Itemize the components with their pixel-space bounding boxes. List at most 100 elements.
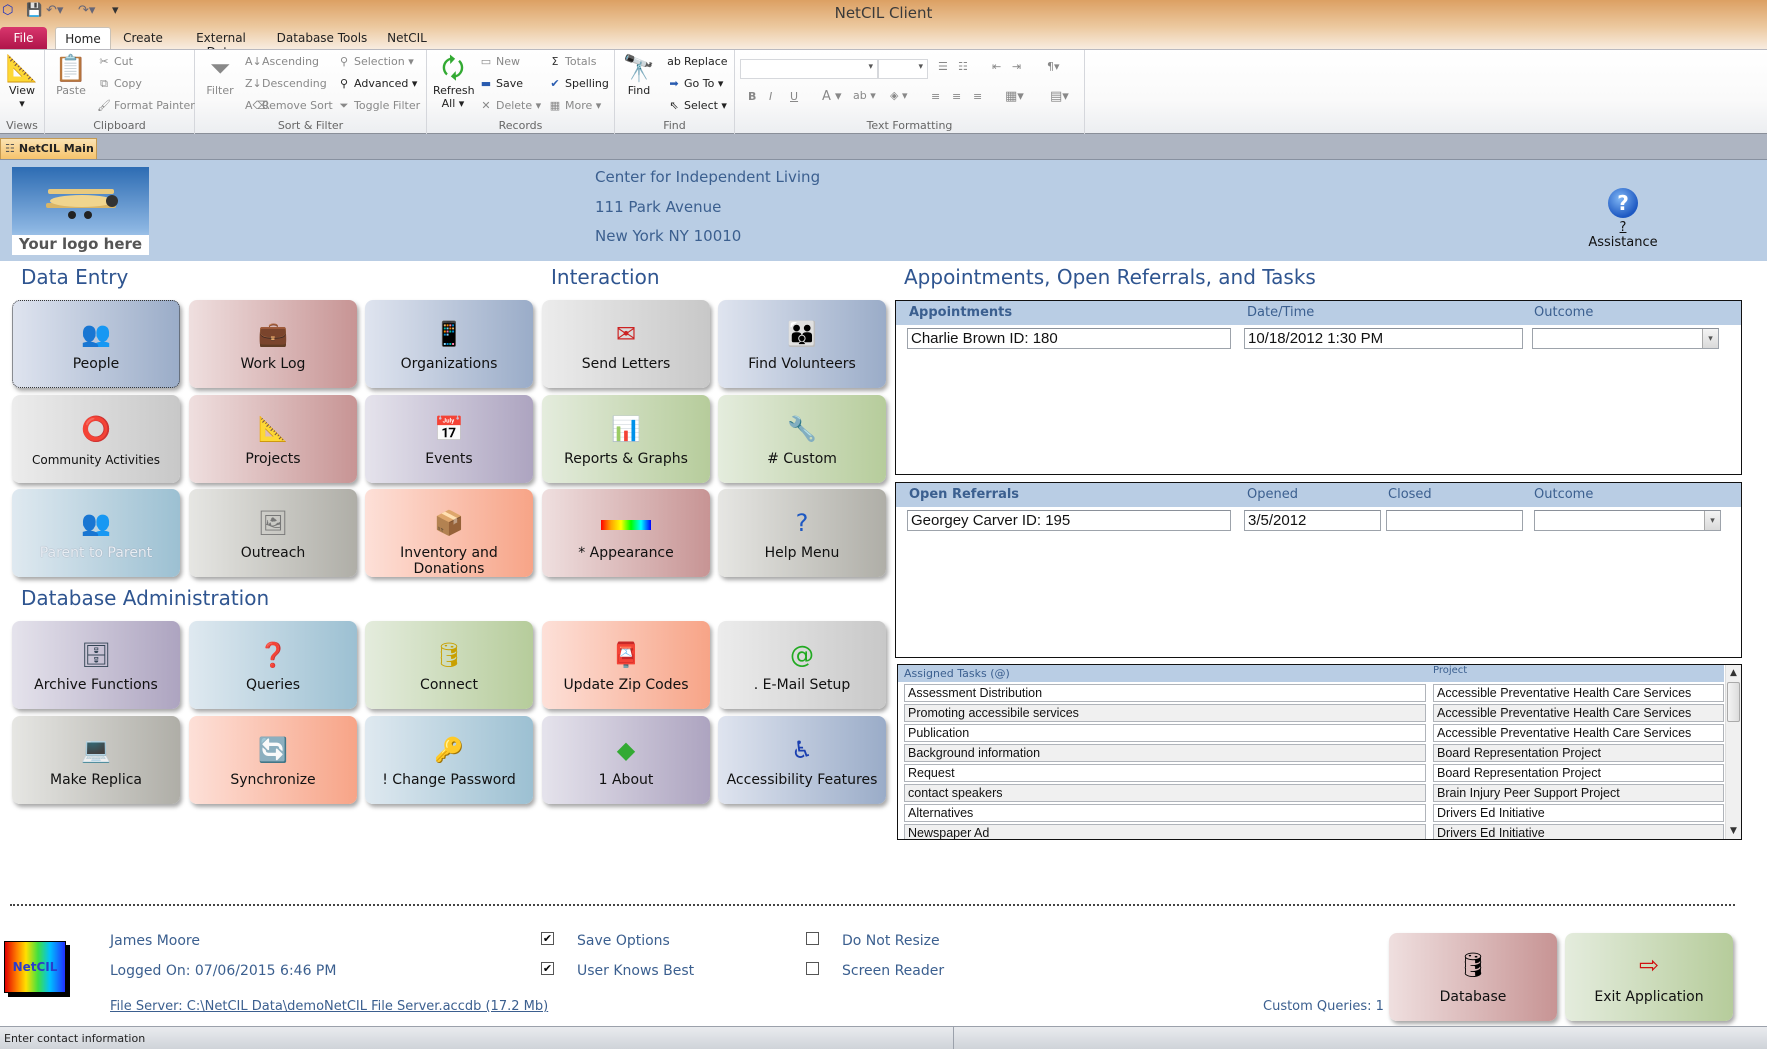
- task-row[interactable]: Newspaper Ad Drivers Ed Initiative: [898, 823, 1724, 839]
- tab-file[interactable]: File: [0, 27, 47, 49]
- do-not-resize-label[interactable]: Do Not Resize: [842, 933, 940, 949]
- tile-send-letters[interactable]: ✉ Send Letters: [542, 300, 710, 388]
- fill-color-icon[interactable]: ◈ ▾: [890, 89, 907, 102]
- scroll-down-icon[interactable]: ▼: [1726, 823, 1741, 839]
- task-name-cell[interactable]: Background information: [904, 744, 1426, 762]
- user-knows-best-checkbox[interactable]: ✔: [541, 962, 554, 975]
- tile-queries[interactable]: ❓ Queries: [189, 621, 357, 709]
- task-row[interactable]: Alternatives Drivers Ed Initiative: [898, 803, 1724, 823]
- tile-1-about[interactable]: ◆ 1 About: [542, 716, 710, 804]
- tile-synchronize[interactable]: 🔄 Synchronize: [189, 716, 357, 804]
- bold-icon[interactable]: B: [748, 90, 756, 103]
- tile-make-replica[interactable]: 💻 Make Replica: [12, 716, 180, 804]
- task-row[interactable]: Assessment Distribution Accessible Preven…: [898, 683, 1724, 703]
- align-center-icon[interactable]: ≡: [952, 90, 961, 103]
- font-name-dropdown[interactable]: ▾: [740, 59, 878, 79]
- task-project-cell[interactable]: Accessible Preventative Health Care Serv…: [1433, 684, 1724, 702]
- screen-reader-checkbox[interactable]: [806, 962, 819, 975]
- font-color-icon[interactable]: A ▾: [822, 89, 842, 104]
- italic-icon[interactable]: I: [769, 90, 772, 103]
- tile-change-password[interactable]: 🔑 ! Change Password: [365, 716, 533, 804]
- task-project-cell[interactable]: Drivers Ed Initiative: [1433, 804, 1724, 822]
- tile-organizations[interactable]: 📱 Organizations: [365, 300, 533, 388]
- task-project-cell[interactable]: Accessible Preventative Health Care Serv…: [1433, 724, 1724, 742]
- tile-reports-graphs[interactable]: 📊 Reports & Graphs: [542, 395, 710, 483]
- goto-button[interactable]: ➡ Go To ▾: [667, 77, 723, 90]
- tile-custom[interactable]: 🔧 # Custom: [718, 395, 886, 483]
- appointment-outcome-select[interactable]: ▾: [1532, 328, 1719, 349]
- tile-accessibility-features[interactable]: ♿ Accessibility Features: [718, 716, 886, 804]
- tab-create[interactable]: Create: [118, 27, 168, 49]
- indent-decrease-icon[interactable]: ⇤: [992, 60, 1001, 73]
- scrollbar-thumb[interactable]: [1727, 682, 1740, 722]
- copy-button[interactable]: ⧉ Copy: [97, 77, 142, 91]
- format-painter-button[interactable]: 🖌 Format Painter: [97, 99, 195, 112]
- assistance-button[interactable]: ? ? Assistance: [1583, 188, 1663, 250]
- save-options-label[interactable]: Save Options: [577, 933, 670, 949]
- tile-archive-functions[interactable]: 🗄 Archive Functions: [12, 621, 180, 709]
- tab-home[interactable]: Home: [55, 27, 111, 49]
- save-options-checkbox[interactable]: ✔: [541, 932, 554, 945]
- underline-icon[interactable]: U: [790, 90, 798, 103]
- task-project-cell[interactable]: Drivers Ed Initiative: [1433, 824, 1724, 839]
- appointments-heading[interactable]: Appointments: [909, 305, 1012, 320]
- task-project-cell[interactable]: Board Representation Project: [1433, 744, 1724, 762]
- screen-reader-label[interactable]: Screen Reader: [842, 963, 944, 979]
- referral-opened-field[interactable]: 3/5/2012: [1244, 510, 1381, 531]
- referral-name-field[interactable]: Georgey Carver ID: 195: [907, 510, 1231, 531]
- referral-closed-field[interactable]: [1386, 510, 1523, 531]
- tile-projects[interactable]: 📐 Projects: [189, 395, 357, 483]
- tile-update-zip-codes[interactable]: 📮 Update Zip Codes: [542, 621, 710, 709]
- chevron-down-icon[interactable]: ▾: [1702, 329, 1718, 348]
- alternate-row-color-icon[interactable]: ▤▾: [1050, 89, 1069, 104]
- task-name-cell[interactable]: Assessment Distribution: [904, 684, 1426, 702]
- file-server-link[interactable]: File Server: C:\NetCIL Data\demoNetCIL F…: [110, 999, 548, 1014]
- task-name-cell[interactable]: contact speakers: [904, 784, 1426, 802]
- spelling-button[interactable]: ✔ Spelling: [548, 77, 608, 90]
- open-referrals-heading[interactable]: Open Referrals: [909, 487, 1019, 502]
- remove-sort-button[interactable]: A⌫Remove Sort: [245, 99, 333, 112]
- save-record-button[interactable]: ▬ Save: [479, 77, 523, 90]
- cut-button[interactable]: ✂ Cut: [97, 55, 133, 68]
- selection-button[interactable]: ⚲ Selection ▾: [337, 55, 414, 68]
- task-name-cell[interactable]: Promoting accessibile services: [904, 704, 1426, 722]
- ascending-button[interactable]: A↓Ascending: [245, 55, 319, 68]
- refresh-all-button[interactable]: 🗘 Refresh All ▾: [433, 54, 475, 110]
- tab-database-tools[interactable]: Database Tools: [276, 27, 368, 49]
- tile-inventory-and-donations[interactable]: 📦 Inventory and Donations: [365, 489, 533, 577]
- highlight-icon[interactable]: ab ▾: [853, 89, 876, 102]
- bullets-icon[interactable]: ☰: [938, 60, 948, 73]
- task-row[interactable]: Publication Accessible Preventative Healt…: [898, 723, 1724, 743]
- tile-community-activities[interactable]: ⭕ Community Activities: [12, 395, 180, 483]
- task-name-cell[interactable]: Publication: [904, 724, 1426, 742]
- indent-increase-icon[interactable]: ⇥: [1012, 60, 1021, 73]
- exit-application-button[interactable]: ⇨ Exit Application: [1565, 933, 1733, 1021]
- user-knows-best-label[interactable]: User Knows Best: [577, 963, 694, 979]
- tile-parent-to-parent[interactable]: 👥 Parent to Parent: [12, 489, 180, 577]
- numbering-icon[interactable]: ☷: [958, 60, 968, 73]
- view-button[interactable]: 📐 View ▾: [2, 54, 42, 110]
- toggle-filter-button[interactable]: ⏷ Toggle Filter: [337, 99, 421, 113]
- paste-button[interactable]: 📋 Paste: [53, 54, 89, 97]
- chevron-down-icon[interactable]: ▾: [1704, 511, 1720, 530]
- tasks-scrollbar[interactable]: ▲ ▼: [1725, 665, 1741, 839]
- tab-external-data[interactable]: External Data: [180, 27, 262, 59]
- tile-events[interactable]: 📅 Events: [365, 395, 533, 483]
- appointment-datetime-field[interactable]: 10/18/2012 1:30 PM: [1244, 328, 1523, 349]
- totals-button[interactable]: Σ Totals: [548, 55, 597, 68]
- tile-e-mail-setup[interactable]: @ . E-Mail Setup: [718, 621, 886, 709]
- tile-connect[interactable]: 🛢 Connect: [365, 621, 533, 709]
- paragraph-direction-icon[interactable]: ¶▾: [1047, 60, 1060, 73]
- tab-netcil[interactable]: NetCIL: [382, 27, 432, 49]
- tile-people[interactable]: 👥 People: [12, 300, 180, 388]
- database-button[interactable]: 🛢 Database: [1389, 933, 1557, 1021]
- task-project-cell[interactable]: Board Representation Project: [1433, 764, 1724, 782]
- find-button[interactable]: 🔭 Find: [621, 54, 657, 97]
- tile-appearance[interactable]: ▬ * Appearance: [542, 489, 710, 577]
- gridlines-icon[interactable]: ▦▾: [1005, 89, 1024, 104]
- task-row[interactable]: Promoting accessibile services Accessible…: [898, 703, 1724, 723]
- task-row[interactable]: Background information Board Representati…: [898, 743, 1724, 763]
- task-row[interactable]: Request Board Representation Project: [898, 763, 1724, 783]
- advanced-button[interactable]: ⚲ Advanced ▾: [337, 77, 417, 90]
- tile-outreach[interactable]: 🖼 Outreach: [189, 489, 357, 577]
